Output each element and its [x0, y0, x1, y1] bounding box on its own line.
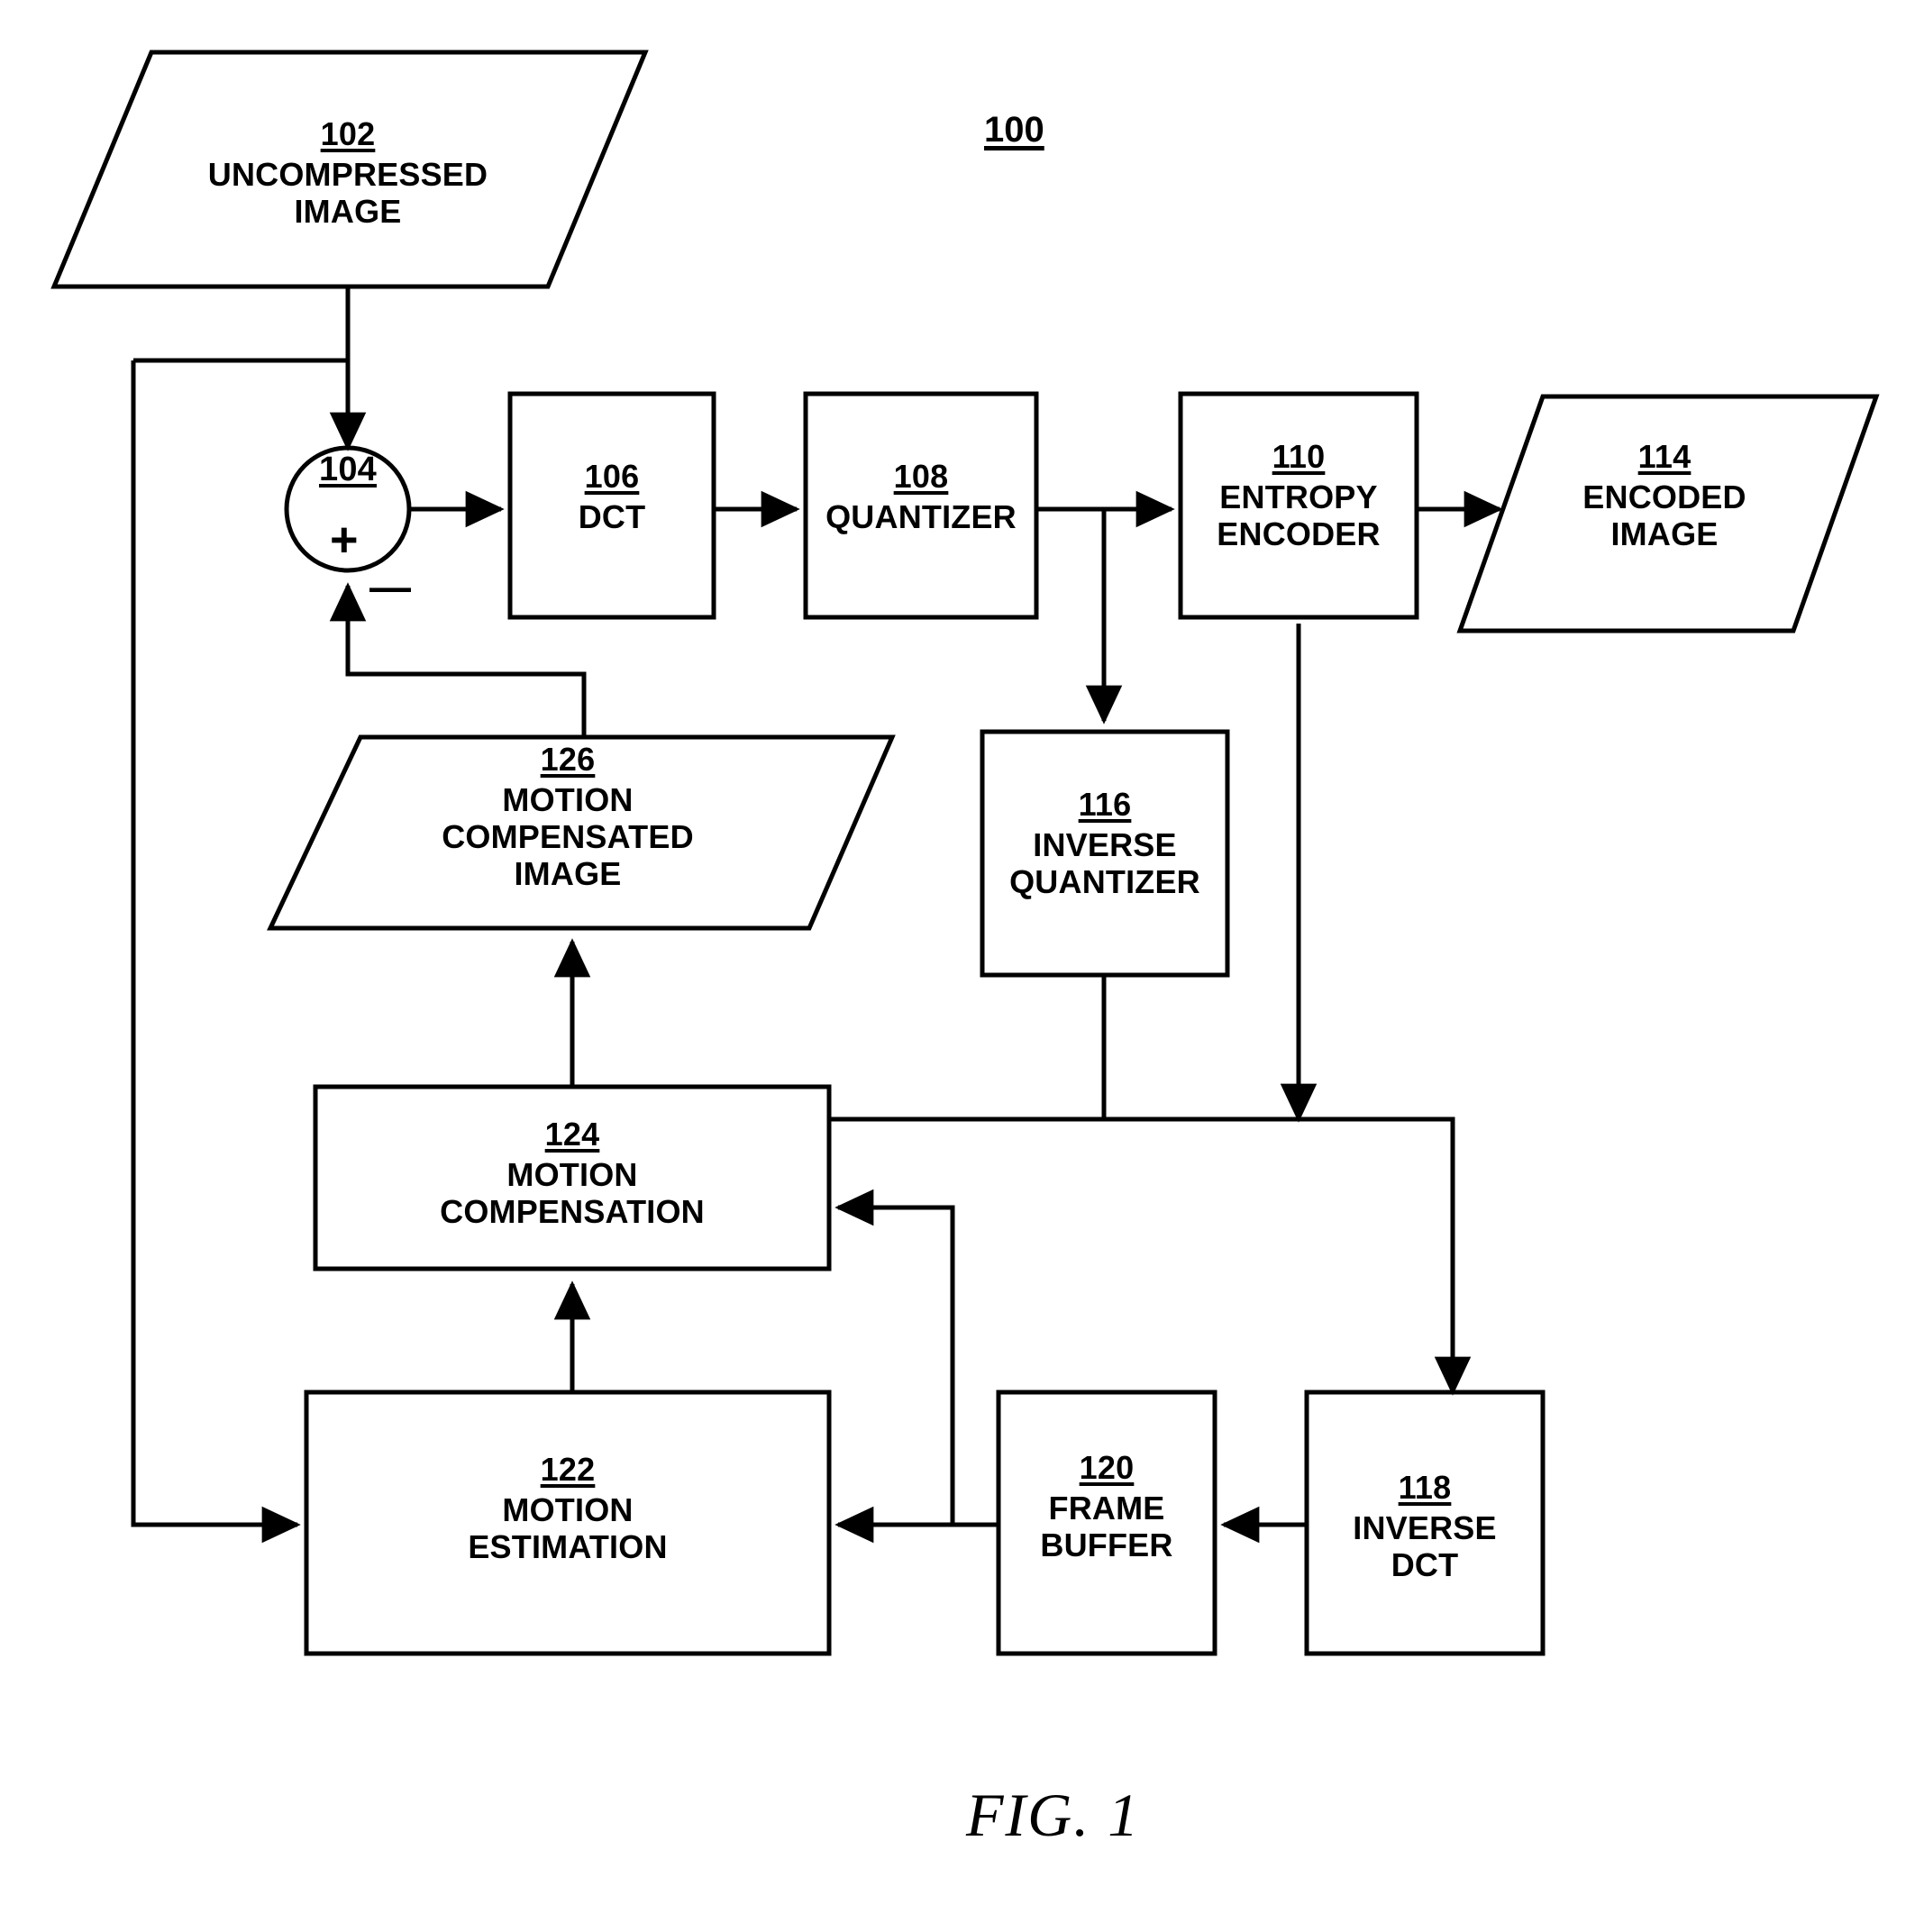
shape-inverse-quantizer	[980, 729, 1230, 978]
shape-entropy-encoder	[1178, 391, 1419, 620]
shape-encoded-image	[1456, 394, 1880, 633]
shape-motion-compensated-image	[267, 734, 896, 931]
shape-motion-compensation	[313, 1084, 832, 1271]
minus-sign-icon: —	[369, 563, 411, 610]
system-reference-number: 100	[984, 110, 1044, 150]
shape-motion-estimation	[304, 1390, 832, 1656]
shape-dct	[507, 391, 716, 620]
plus-sign-icon: +	[330, 513, 359, 567]
diagram-connectors	[50, 50, 1880, 1656]
edge-frame-buffer-to-motion-compensation	[834, 1189, 955, 1525]
shape-quantizer	[803, 391, 1039, 620]
edge-inverse-quantizer-to-inverse-dct	[1101, 975, 1472, 1396]
patent-figure-page: 100 102 UNCOMPRESSED IMAGE 104 + — 106 D…	[0, 0, 1915, 1932]
shape-frame-buffer	[996, 1390, 1217, 1656]
edge-left-bus-to-motion-estimation	[131, 360, 301, 1544]
shape-inverse-dct	[1304, 1390, 1546, 1656]
shape-uncompressed-image	[50, 50, 649, 289]
figure-caption: FIG. 1	[966, 1781, 1141, 1849]
